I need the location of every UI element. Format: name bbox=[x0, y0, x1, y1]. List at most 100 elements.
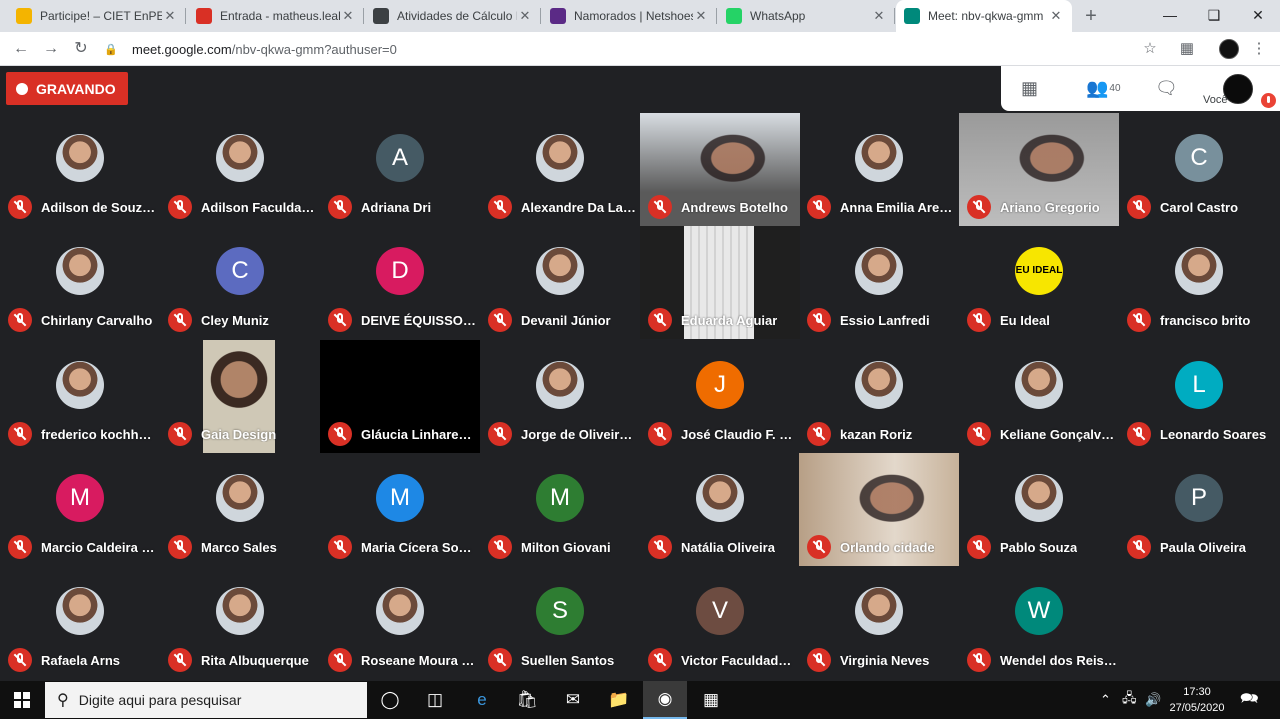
participant-name: Essio Lanfredi bbox=[840, 312, 930, 328]
participant-avatar-initial: S bbox=[536, 587, 584, 635]
browser-tab[interactable]: Namorados | Netshoes ✕ bbox=[542, 0, 717, 32]
participant-tile[interactable]: Marco Sales bbox=[160, 453, 320, 566]
volume-icon[interactable]: 🔊 bbox=[1145, 681, 1161, 719]
participant-tile[interactable]: Gláucia Linhares P... bbox=[320, 340, 480, 453]
apps-grid-icon[interactable]: ▦ bbox=[1176, 38, 1198, 60]
tab-close-icon[interactable]: ✕ bbox=[340, 8, 356, 24]
cortana-icon[interactable]: ◯ bbox=[368, 681, 412, 719]
participant-tile[interactable]: Andrews Botelho bbox=[640, 113, 800, 226]
mic-off-icon bbox=[1127, 195, 1151, 219]
participant-tile[interactable]: Adilson Faculdade... bbox=[160, 113, 320, 226]
self-view-thumbnail[interactable] bbox=[1223, 74, 1253, 104]
participant-tile[interactable]: W Wendel dos Reis Li... bbox=[959, 566, 1119, 679]
browser-tab[interactable]: Atividades de Cálculo Ir ✕ bbox=[365, 0, 541, 32]
participant-tile[interactable]: C Cley Muniz bbox=[160, 226, 320, 339]
forward-icon[interactable]: → bbox=[38, 36, 64, 62]
participant-name: Adilson Faculdade... bbox=[201, 199, 318, 215]
mail-icon[interactable]: ✉ bbox=[551, 681, 595, 719]
participant-tile[interactable]: D DEIVE ÉQUISSON ... bbox=[320, 226, 480, 339]
menu-kebab-icon[interactable]: ⋮ bbox=[1248, 38, 1270, 60]
participant-tile[interactable]: Eduarda Aguiar bbox=[640, 226, 800, 339]
participant-tile[interactable]: P Paula Oliveira bbox=[1119, 453, 1279, 566]
taskbar-clock[interactable]: 17:30 27/05/2020 bbox=[1165, 684, 1229, 716]
participant-tile[interactable]: Roseane Moura Ro... bbox=[320, 566, 480, 679]
participant-tile[interactable]: Rita Albuquerque bbox=[160, 566, 320, 679]
participant-avatar-initial: J bbox=[696, 361, 744, 409]
tab-close-icon[interactable]: ✕ bbox=[871, 8, 887, 24]
participant-tile[interactable]: Essio Lanfredi bbox=[799, 226, 959, 339]
browser-tab[interactable]: Participe! – CIET EnPED ✕ bbox=[8, 0, 186, 32]
mic-off-icon bbox=[648, 195, 672, 219]
file-explorer-icon[interactable]: 📁 bbox=[597, 681, 641, 719]
participant-tile[interactable]: J José Claudio F. Go... bbox=[640, 340, 800, 453]
participant-tile[interactable]: EU IDEAL Eu Ideal bbox=[959, 226, 1119, 339]
store-icon[interactable]: 🛍 bbox=[505, 681, 549, 719]
taskbar-search-box[interactable]: ⚲ Digite aqui para pesquisar bbox=[45, 682, 367, 718]
tray-chevron-icon[interactable]: ⌃ bbox=[1100, 681, 1111, 719]
chrome-icon[interactable]: ◉ bbox=[643, 681, 687, 719]
participant-tile[interactable]: Alexandre Da Lam... bbox=[480, 113, 640, 226]
participant-tile[interactable]: Gaia Design bbox=[160, 340, 320, 453]
participant-tile[interactable]: Adilson de Souza ... bbox=[0, 113, 160, 226]
participant-tile[interactable]: francisco brito bbox=[1119, 226, 1279, 339]
address-bar[interactable]: 🔒 meet.google.com/nbv-qkwa-gmm?authuser=… bbox=[104, 36, 1170, 62]
participant-tile[interactable]: V Victor Faculdade S... bbox=[640, 566, 800, 679]
back-icon[interactable]: ← bbox=[8, 36, 34, 62]
participant-tile[interactable]: Chirlany Carvalho bbox=[0, 226, 160, 339]
tab-favicon-icon bbox=[550, 8, 566, 24]
calculator-icon[interactable]: ▦ bbox=[689, 681, 733, 719]
participant-tile[interactable]: Orlando cidade bbox=[799, 453, 959, 566]
participant-nameplate: Eu Ideal bbox=[967, 308, 1117, 332]
participant-tile[interactable]: M Milton Giovani bbox=[480, 453, 640, 566]
browser-tab[interactable]: Meet: nbv-qkwa-gmm ✕ bbox=[896, 0, 1072, 32]
browser-tab[interactable]: Entrada - matheus.leal@ ✕ bbox=[188, 0, 364, 32]
participant-tile[interactable]: Keliane Gonçalves ... bbox=[959, 340, 1119, 453]
chat-icon[interactable]: 🗨 bbox=[1155, 76, 1178, 100]
participant-tile[interactable]: Jorge de Oliveira Gil bbox=[480, 340, 640, 453]
start-button[interactable] bbox=[0, 681, 44, 719]
profile-avatar[interactable] bbox=[1219, 39, 1239, 59]
participant-tile[interactable]: Anna Emilia Arend ... bbox=[799, 113, 959, 226]
tab-close-icon[interactable]: ✕ bbox=[162, 8, 178, 24]
browser-tab[interactable]: WhatsApp ✕ bbox=[718, 0, 895, 32]
participant-tile[interactable]: M Marcio Caldeira Ju... bbox=[0, 453, 160, 566]
grid-layout-icon[interactable]: ▦ bbox=[1021, 76, 1038, 100]
participant-tile[interactable]: frederico kochhann bbox=[0, 340, 160, 453]
tab-favicon-icon bbox=[196, 8, 212, 24]
participant-avatar-initial: C bbox=[1175, 134, 1223, 182]
participant-nameplate: kazan Roriz bbox=[807, 422, 957, 446]
bookmark-star-icon[interactable]: ☆ bbox=[1139, 38, 1161, 60]
participant-tile[interactable]: Rafaela Arns bbox=[0, 566, 160, 679]
network-icon[interactable]: 🖧 bbox=[1122, 681, 1137, 719]
participant-tile[interactable]: Natália Oliveira bbox=[640, 453, 800, 566]
participant-tile[interactable]: Virginia Neves bbox=[799, 566, 959, 679]
tab-title: Meet: nbv-qkwa-gmm bbox=[928, 9, 1044, 23]
participant-tile[interactable]: Ariano Gregorio bbox=[959, 113, 1119, 226]
tab-close-icon[interactable]: ✕ bbox=[1048, 8, 1064, 24]
participant-tile[interactable]: Devanil Júnior bbox=[480, 226, 640, 339]
participant-avatar-initial: EU IDEAL bbox=[1015, 247, 1063, 295]
participant-tile[interactable]: L Leonardo Soares bbox=[1119, 340, 1279, 453]
participant-nameplate: Gaia Design bbox=[168, 422, 318, 446]
reload-icon[interactable]: ↻ bbox=[68, 36, 94, 62]
participant-tile[interactable]: Pablo Souza bbox=[959, 453, 1119, 566]
participant-tile[interactable]: kazan Roriz bbox=[799, 340, 959, 453]
participant-tile[interactable]: M Maria Cícera Souz... bbox=[320, 453, 480, 566]
task-view-icon[interactable]: ◫ bbox=[413, 681, 457, 719]
tab-close-icon[interactable]: ✕ bbox=[693, 8, 709, 24]
edge-icon[interactable]: e bbox=[460, 681, 504, 719]
minimize-button[interactable]: — bbox=[1148, 0, 1192, 32]
maximize-button[interactable]: ❑ bbox=[1192, 0, 1236, 32]
close-window-button[interactable]: ✕ bbox=[1236, 0, 1280, 32]
mic-off-icon bbox=[488, 308, 512, 332]
tab-close-icon[interactable]: ✕ bbox=[517, 8, 533, 24]
participant-tile[interactable]: C Carol Castro bbox=[1119, 113, 1279, 226]
participant-tile[interactable]: S Suellen Santos bbox=[480, 566, 640, 679]
new-tab-button[interactable]: + bbox=[1080, 5, 1102, 27]
participant-name: Ariano Gregorio bbox=[1000, 199, 1100, 215]
participants-button[interactable]: 👥 40 bbox=[1086, 76, 1121, 100]
notifications-icon[interactable]: 🗪 bbox=[1240, 681, 1259, 719]
mic-off-icon bbox=[328, 648, 352, 672]
mic-off-icon bbox=[488, 535, 512, 559]
participant-tile[interactable]: A Adriana Dri bbox=[320, 113, 480, 226]
